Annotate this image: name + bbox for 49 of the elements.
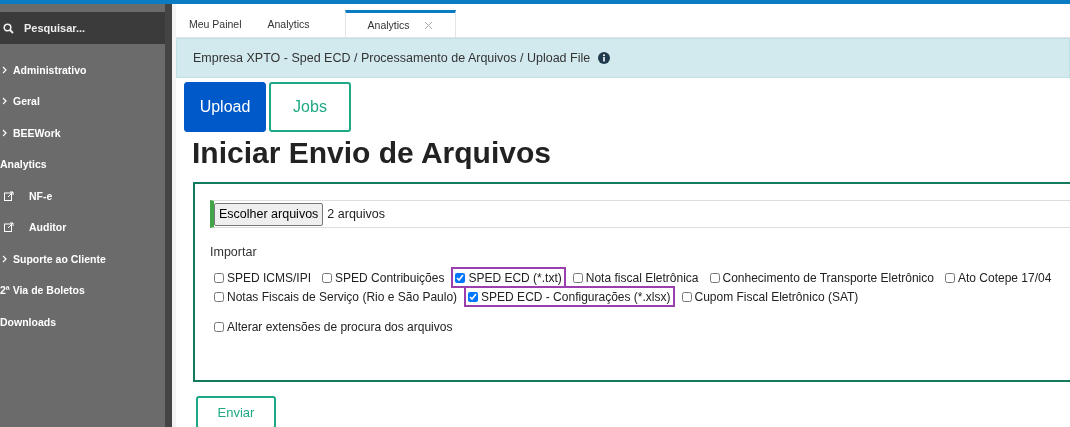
sidebar-item[interactable]: Administrativo [0,54,165,86]
checkbox[interactable] [322,272,333,283]
checkbox[interactable] [455,272,466,283]
sidebar-item[interactable]: BEEWork [0,117,165,149]
checkbox[interactable] [214,272,224,283]
highlighted-option[interactable]: SPED ECD - Configurações (*.xlsx) [464,286,675,307]
chevron-icon [2,128,7,137]
highlighted-option[interactable]: SPED ECD (*.txt) [451,267,566,288]
import-option[interactable]: Conhecimento de Transporte Eletrônico [705,267,938,288]
search-placeholder: Pesquisar... [24,22,86,34]
import-option[interactable]: Nota fiscal Eletrônica [568,267,703,288]
sidebar-item[interactable]: 2ª Via de Boletos [0,274,165,306]
checkbox[interactable] [214,291,224,302]
checkbox[interactable] [468,291,479,302]
sidebar-item[interactable]: Geral [0,85,165,117]
checkbox[interactable] [572,272,583,283]
import-option[interactable]: Ato Cotepe 17/04 [940,267,1056,288]
checkbox[interactable] [944,272,955,283]
tab[interactable]: Analytics [254,10,323,37]
tab[interactable]: Meu Painel [176,10,255,37]
import-option[interactable]: SPED Contribuições [318,267,449,288]
checkbox[interactable] [681,291,692,302]
sidebar-item[interactable]: Suporte ao Cliente [0,243,165,275]
external-link-icon [4,190,14,201]
mode-tab[interactable]: Upload [184,82,266,132]
sidebar-item[interactable]: Analytics [0,148,165,180]
checkbox[interactable] [214,321,224,332]
search-icon [3,22,14,34]
file-count: 2 arquivos [327,207,386,221]
close-icon[interactable] [423,20,433,30]
import-option[interactable]: Alterar extensões de procura dos arquivos [210,316,457,337]
import-option[interactable]: Notas Fiscais de Serviço (Rio e São Paulo) [210,286,462,307]
import-option[interactable]: Cupom Fiscal Eletrônico (SAT) [677,286,863,307]
sidebar-item[interactable]: Downloads [0,306,165,338]
breadcrumb: Empresa XPTO - Sped ECD / Processamento de Arquivos / Upload File [193,51,591,65]
chevron-icon [2,254,7,263]
choose-files-button[interactable]: Escolher arquivos [214,202,324,226]
chevron-icon [2,97,7,106]
info-icon [598,52,611,64]
file-input[interactable]: Escolher arquivos 2 arquivos [210,200,1070,228]
sidebar-item[interactable]: Auditor [0,211,165,243]
page-heading: Iniciar Envio de Arquivos [192,136,552,170]
sidebar-item[interactable]: NF-e [0,180,165,212]
chevron-icon [2,65,7,74]
external-link-icon [4,222,14,233]
search-field[interactable]: Pesquisar... [0,12,165,44]
checkbox[interactable] [709,272,720,283]
import-label: Importar [210,245,258,259]
import-option[interactable]: SPED ICMS/IPI [210,267,316,288]
